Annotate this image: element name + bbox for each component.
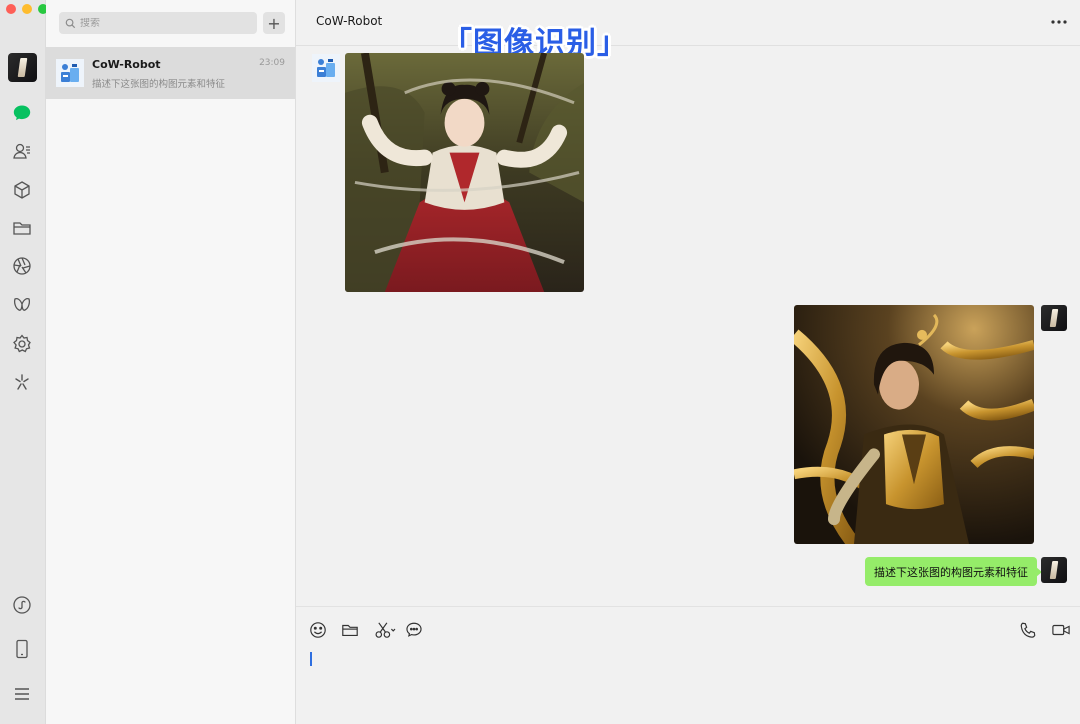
conversation-list: + CoW-Robot 23:09 描述下这张图的构图元素和特征 xyxy=(46,0,296,724)
screenshot-scissors-icon[interactable] xyxy=(374,620,398,640)
files-folder-icon[interactable] xyxy=(11,217,33,239)
mini-program-link-icon[interactable] xyxy=(11,594,33,616)
add-chat-button[interactable]: + xyxy=(263,12,285,34)
window-controls xyxy=(6,4,48,14)
favorites-cube-icon[interactable] xyxy=(11,179,33,201)
image-message-red-hanfu[interactable] xyxy=(345,53,584,292)
left-rail xyxy=(0,0,48,724)
search-box[interactable] xyxy=(59,12,257,34)
moments-aperture-icon[interactable] xyxy=(11,255,33,277)
emoji-icon[interactable] xyxy=(309,620,327,640)
video-call-icon[interactable] xyxy=(1051,620,1071,640)
my-avatar[interactable] xyxy=(8,53,37,82)
contacts-icon[interactable] xyxy=(11,140,33,162)
text-input-caret[interactable] xyxy=(310,652,312,666)
close-window-button[interactable] xyxy=(6,4,16,14)
folder-icon[interactable] xyxy=(341,620,359,640)
conversation-time: 23:09 xyxy=(259,58,285,68)
conversation-preview: 描述下这张图的构图元素和特征 xyxy=(92,79,226,90)
message-composer xyxy=(296,606,1080,724)
chat-header: CoW-Robot xyxy=(296,0,1080,46)
channels-butterfly-icon[interactable] xyxy=(11,294,33,316)
chat-history-icon[interactable] xyxy=(405,620,423,640)
my-avatar[interactable] xyxy=(1041,305,1067,331)
search-spark-icon[interactable] xyxy=(11,371,33,393)
conversation-name: CoW-Robot xyxy=(92,58,161,71)
mini-programs-gear-icon[interactable] xyxy=(11,333,33,355)
robot-avatar[interactable] xyxy=(312,54,340,82)
chat-title: CoW-Robot xyxy=(316,14,383,28)
search-input[interactable] xyxy=(80,17,250,29)
robot-avatar xyxy=(56,59,84,87)
chat-icon[interactable] xyxy=(11,102,33,124)
image-message-golden-hanfu[interactable] xyxy=(794,305,1034,544)
more-options-icon[interactable] xyxy=(1050,16,1068,28)
conversation-item[interactable]: CoW-Robot 23:09 描述下这张图的构图元素和特征 xyxy=(46,47,295,99)
search-icon xyxy=(65,18,76,28)
text-message-bubble: 描述下这张图的构图元素和特征 xyxy=(865,557,1042,586)
phone-icon[interactable] xyxy=(11,638,33,660)
chat-panel: CoW-Robot 「图像识别」 描述下这张图的构图元素和特征 xyxy=(296,0,1080,724)
voice-call-icon[interactable] xyxy=(1019,620,1037,640)
menu-icon[interactable] xyxy=(11,683,33,705)
minimize-window-button[interactable] xyxy=(22,4,32,14)
my-avatar[interactable] xyxy=(1041,557,1067,583)
